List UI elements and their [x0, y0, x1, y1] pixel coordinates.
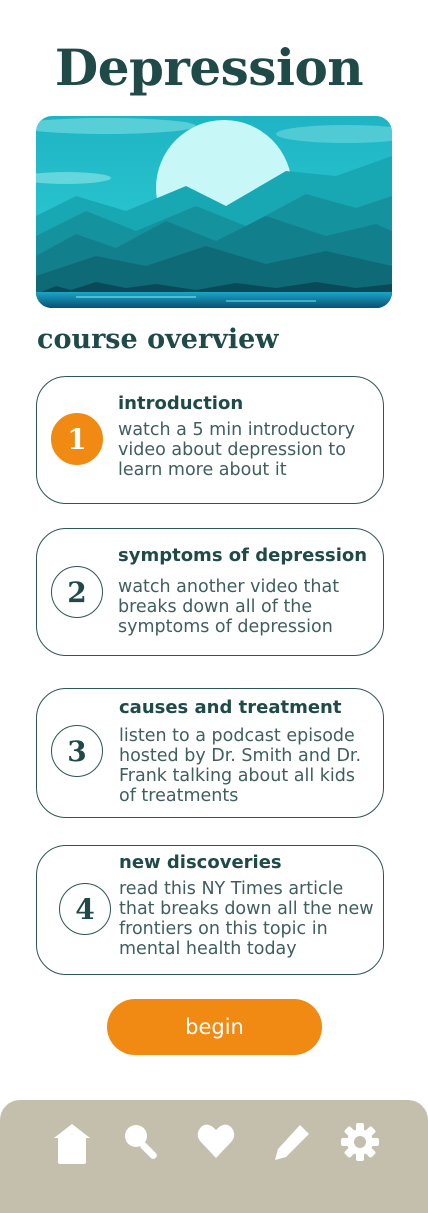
hero-image: [36, 116, 392, 308]
pencil-icon[interactable]: [272, 1122, 312, 1162]
course-item-description: watch another video that breaks down all…: [118, 577, 340, 637]
bottom-navigation: [0, 1100, 428, 1213]
begin-button[interactable]: begin: [107, 999, 322, 1055]
search-icon[interactable]: [122, 1122, 162, 1162]
course-item-description: listen to a podcast episode hosted by Dr…: [119, 726, 362, 806]
step-number-badge: 1: [51, 413, 103, 465]
home-icon[interactable]: [52, 1122, 92, 1164]
course-item-causes-treatment[interactable]: 3 causes and treatment listen to a podca…: [36, 688, 384, 818]
course-item-new-discoveries[interactable]: 4 new discoveries read this NY Times art…: [36, 845, 384, 975]
gear-icon[interactable]: [340, 1122, 380, 1162]
step-number-badge: 4: [59, 883, 111, 935]
course-item-title: new discoveries: [119, 852, 282, 873]
course-item-title: symptoms of depression: [118, 545, 368, 566]
course-item-symptoms[interactable]: 2 symptoms of depression watch another v…: [36, 528, 384, 656]
course-item-description: read this NY Times article that breaks d…: [119, 879, 374, 959]
course-item-description: watch a 5 min introductory video about d…: [118, 420, 355, 480]
section-title: course overview: [37, 324, 279, 355]
step-number-badge: 2: [51, 566, 103, 618]
heart-icon[interactable]: [196, 1122, 236, 1162]
page-title: Depression: [54, 38, 364, 97]
course-item-introduction[interactable]: 1 introduction watch a 5 min introductor…: [36, 376, 384, 504]
course-item-title: introduction: [118, 393, 244, 414]
step-number-badge: 3: [51, 725, 103, 777]
course-item-title: causes and treatment: [119, 697, 342, 718]
